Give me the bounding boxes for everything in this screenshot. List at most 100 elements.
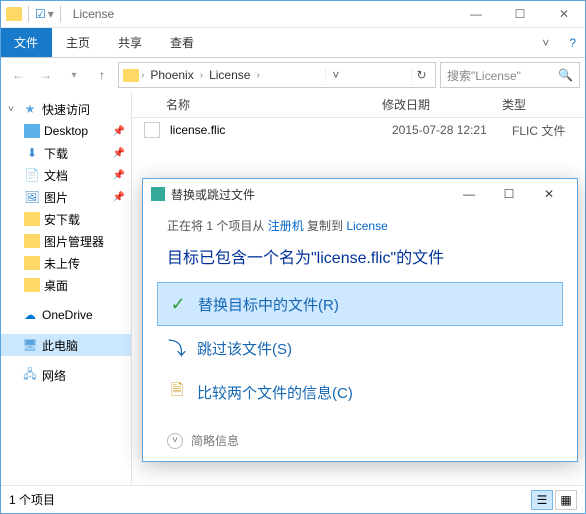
star-icon: ★ [22,102,38,116]
tree-pictures[interactable]: 🖼 图片 📌 [0,186,131,208]
column-header-date[interactable]: 修改日期 [372,96,492,113]
option-label: 跳过该文件(S) [197,338,292,359]
status-count: 1 个项目 [9,491,55,508]
dialog-copying-text: 正在将 1 个项目从 注册机 复制到 License [167,217,553,234]
desktop-icon [24,124,40,138]
tree-label: 桌面 [44,277,68,294]
dest-link[interactable]: License [346,219,387,233]
option-compare[interactable]: 🗎 比较两个文件的信息(C) [157,370,563,414]
pc-icon: 🖥 [22,338,38,352]
qat-separator-2 [60,6,61,22]
tree-desktop[interactable]: Desktop 📌 [0,120,131,142]
tree-notuploaded[interactable]: 未上传 [0,252,131,274]
tree-label: 网络 [42,367,66,384]
check-icon: ✓ [168,294,188,314]
tree-downloads[interactable]: ⬇ 下载 📌 [0,142,131,164]
address-dropdown-icon[interactable]: ˅ [325,68,345,82]
pictures-icon: 🖼 [24,190,40,204]
tree-desktop2[interactable]: 桌面 [0,274,131,296]
tree-network[interactable]: 🖧 网络 [0,364,131,386]
skip-arrow-icon: ⤵ [167,338,187,358]
dialog-close-button[interactable]: ✕ [529,181,569,207]
folder-icon [24,234,40,248]
dialog-maximize-button[interactable]: ☐ [489,181,529,207]
option-label: 比较两个文件的信息(C) [197,382,353,403]
download-icon: ⬇ [24,146,40,160]
pin-icon: 📌 [113,126,125,137]
file-type: FLIC 文件 [508,122,569,139]
tree-andownload[interactable]: 安下载 [0,208,131,230]
tree-quick-access[interactable]: ˅ ★ 快速访问 [0,98,131,120]
tab-share[interactable]: 共享 [104,28,156,57]
expand-icon[interactable]: ˅ [8,104,18,115]
tree-picmgr[interactable]: 图片管理器 [0,230,131,252]
minimize-button[interactable]: — [454,0,498,28]
chevron-down-icon: ˅ [167,433,183,449]
view-details-button[interactable]: ☰ [531,490,553,510]
dialog-icon [151,187,165,201]
option-replace[interactable]: ✓ 替换目标中的文件(R) [157,282,563,326]
file-date: 2015-07-28 12:21 [388,123,508,137]
pin-icon: 📌 [113,170,125,181]
pin-icon: 📌 [113,148,125,159]
column-header-type[interactable]: 类型 [492,96,586,113]
dialog-minimize-button[interactable]: — [449,181,489,207]
tree-label: 此电脑 [42,337,78,354]
tab-view[interactable]: 查看 [156,28,208,57]
file-row[interactable]: license.flic 2015-07-28 12:21 FLIC 文件 [132,118,586,142]
document-icon: 📄 [24,168,40,182]
maximize-button[interactable]: ☐ [498,0,542,28]
onedrive-icon: ☁ [22,308,38,322]
tree-label: 图片 [44,189,68,206]
tree-onedrive[interactable]: ☁ OneDrive [0,304,131,326]
crumb-license[interactable]: License [205,68,254,82]
tree-label: Desktop [44,124,88,138]
tree-label: 下载 [44,145,68,162]
tree-label: 安下载 [44,211,80,228]
dialog-title: 替换或跳过文件 [171,186,255,203]
tab-home[interactable]: 主页 [52,28,104,57]
tab-file[interactable]: 文件 [0,28,52,57]
refresh-icon[interactable]: ↻ [411,68,431,82]
file-name: license.flic [166,123,388,137]
chevron-right-icon[interactable]: › [141,70,144,81]
tree-label: 未上传 [44,255,80,272]
crumb-phoenix[interactable]: Phoenix [146,68,197,82]
column-header-name[interactable]: 名称 [132,96,372,113]
search-placeholder: 搜索"License" [447,67,521,84]
nav-up-button[interactable]: ↑ [90,63,114,87]
file-icon [144,122,160,138]
nav-forward-button[interactable]: → [34,63,58,87]
breadcrumb-folder-icon [123,69,139,82]
tree-documents[interactable]: 📄 文档 📌 [0,164,131,186]
tree-label: 文档 [44,167,68,184]
chevron-right-icon[interactable]: › [256,70,259,81]
qat-dropdown-icon[interactable]: ▾ [48,7,54,21]
view-icons-button[interactable]: ▦ [555,490,577,510]
search-input[interactable]: 搜索"License" 🔍 [440,62,580,88]
ribbon-expand-icon[interactable]: ˅ [532,28,559,57]
option-skip[interactable]: ⤵ 跳过该文件(S) [157,326,563,370]
tree-thispc[interactable]: 🖥 此电脑 [0,334,131,356]
close-button[interactable]: ✕ [542,0,586,28]
chevron-right-icon[interactable]: › [200,70,203,81]
breadcrumb[interactable]: › Phoenix › License › ˅ ↻ [118,62,436,88]
nav-back-button[interactable]: ← [6,63,30,87]
replace-dialog: 替换或跳过文件 — ☐ ✕ 正在将 1 个项目从 注册机 复制到 License… [142,178,578,462]
nav-history-dropdown[interactable]: ▾ [62,63,86,87]
search-icon: 🔍 [558,68,573,82]
dialog-details-toggle[interactable]: ˅ 简略信息 [167,432,239,449]
source-link[interactable]: 注册机 [268,219,304,233]
network-icon: 🖧 [22,368,38,382]
option-label: 替换目标中的文件(R) [198,294,339,315]
qat-checkbox-icon[interactable]: ☑ [35,7,46,21]
pin-icon: 📌 [113,192,125,203]
details-label: 简略信息 [191,432,239,449]
dialog-heading: 目标已包含一个名为"license.flic"的文件 [167,244,553,268]
tree-label: OneDrive [42,308,93,322]
help-icon[interactable]: ? [559,28,586,57]
qat-separator [28,6,29,22]
folder-icon [24,278,40,292]
navigation-tree: ˅ ★ 快速访问 Desktop 📌 ⬇ 下载 📌 📄 文档 📌 🖼 图片 📌 安下载 图片管… [0,92,132,484]
tree-label: 图片管理器 [44,233,104,250]
